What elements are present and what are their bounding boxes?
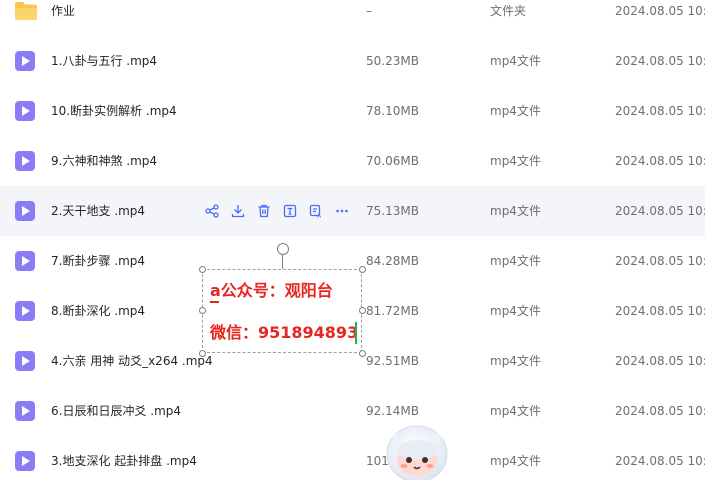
video-file-icon [14, 300, 36, 322]
resize-handle-right[interactable] [359, 307, 366, 314]
file-date: 2024.08.05 10:5 [615, 304, 705, 318]
rotate-handle-line [282, 255, 283, 269]
copy-link-icon[interactable]: A [307, 202, 325, 220]
video-file-icon [14, 400, 36, 422]
file-size: – [366, 4, 372, 18]
file-date: 2024.08.05 10:5 [615, 254, 705, 268]
file-name[interactable]: 4.六亲 用神 动爻_x264 .mp4 [51, 336, 213, 386]
file-name[interactable]: 10.断卦实例解析 .mp4 [51, 86, 177, 136]
delete-icon[interactable] [255, 202, 273, 220]
overlay-text-line-1[interactable]: a公众号：观阳台 [210, 281, 333, 301]
file-type: mp4文件 [490, 54, 541, 68]
assistant-mascot-icon[interactable] [384, 420, 450, 483]
file-size: 78.10MB [366, 104, 419, 118]
resize-handle-top-left[interactable] [199, 266, 206, 273]
file-name[interactable]: 7.断卦步骤 .mp4 [51, 236, 145, 286]
resize-handle-top-right[interactable] [359, 266, 366, 273]
file-name[interactable]: 1.八卦与五行 .mp4 [51, 36, 157, 86]
file-type: mp4文件 [490, 354, 541, 368]
file-date: 2024.08.05 10:5 [615, 54, 705, 68]
file-size: 92.51MB [366, 354, 419, 368]
file-row[interactable]: 1.八卦与五行 .mp4 50.23MB mp4文件 2024.08.05 10:5 [0, 36, 705, 86]
video-file-icon [14, 250, 36, 272]
video-file-icon [14, 350, 36, 372]
file-date: 2024.08.05 10:5 [615, 454, 705, 468]
resize-handle-bottom-left[interactable] [199, 350, 206, 357]
file-date: 2024.08.05 10:5 [615, 104, 705, 118]
resize-handle-bottom-right[interactable] [359, 350, 366, 357]
file-type: mp4文件 [490, 154, 541, 168]
folder-icon [14, 1, 37, 23]
file-name[interactable]: 8.断卦深化 .mp4 [51, 286, 145, 336]
file-size: 84.28MB [366, 254, 419, 268]
folder-row[interactable]: 作业 – 文件夹 2024.08.05 10:0 [0, 0, 705, 36]
video-file-icon [14, 100, 36, 122]
video-file-icon [14, 450, 36, 472]
file-size: 70.06MB [366, 154, 419, 168]
spellcheck-underline [210, 301, 219, 303]
video-file-icon [14, 150, 36, 172]
file-type: 文件夹 [490, 4, 527, 18]
resize-handle-left[interactable] [199, 307, 206, 314]
file-date: 2024.08.05 10:5 [615, 154, 705, 168]
file-type: mp4文件 [490, 104, 541, 118]
file-type: mp4文件 [490, 454, 541, 468]
more-icon[interactable] [333, 202, 351, 220]
file-row[interactable]: 10.断卦实例解析 .mp4 78.10MB mp4文件 2024.08.05 10:… [0, 86, 705, 136]
rename-icon[interactable] [281, 202, 299, 220]
file-size: 75.13MB [366, 204, 419, 218]
overlay-text-line-2[interactable]: 微信：951894893 [210, 323, 358, 343]
file-type: mp4文件 [490, 254, 541, 268]
video-file-icon [14, 200, 36, 222]
file-name[interactable]: 9.六神和神煞 .mp4 [51, 136, 157, 186]
file-row[interactable]: 2.天干地支 .mp4 A 75.13MB mp4文件 2024.08.05 10:5 [0, 186, 705, 236]
file-row[interactable]: 9.六神和神煞 .mp4 70.06MB mp4文件 2024.08.05 10:5 [0, 136, 705, 186]
file-date: 2024.08.05 10:5 [615, 204, 705, 218]
file-name[interactable]: 2.天干地支 .mp4 [51, 186, 145, 236]
file-type: mp4文件 [490, 304, 541, 318]
file-name[interactable]: 6.日辰和日辰冲爻 .mp4 [51, 386, 181, 436]
svg-text:A: A [317, 213, 322, 219]
row-actions: A [203, 202, 351, 220]
file-type: mp4文件 [490, 404, 541, 418]
rotate-handle[interactable] [277, 243, 289, 255]
file-name[interactable]: 3.地支深化 起卦排盘 .mp4 [51, 436, 197, 486]
file-name[interactable]: 作业 [51, 0, 75, 36]
file-date: 2024.08.05 10:5 [615, 404, 705, 418]
file-date: 2024.08.05 10:5 [615, 354, 705, 368]
share-icon[interactable] [203, 202, 221, 220]
file-row[interactable]: 3.地支深化 起卦排盘 .mp4 101. mp4文件 2024.08.05 10:5 [0, 436, 705, 486]
file-size: 81.72MB [366, 304, 419, 318]
download-icon[interactable] [229, 202, 247, 220]
file-row[interactable]: 6.日辰和日辰冲爻 .mp4 92.14MB mp4文件 2024.08.05 10:… [0, 386, 705, 436]
text-caret [355, 322, 357, 344]
file-type: mp4文件 [490, 204, 541, 218]
video-file-icon [14, 50, 36, 72]
file-size: 50.23MB [366, 54, 419, 68]
file-date: 2024.08.05 10:0 [615, 4, 705, 18]
